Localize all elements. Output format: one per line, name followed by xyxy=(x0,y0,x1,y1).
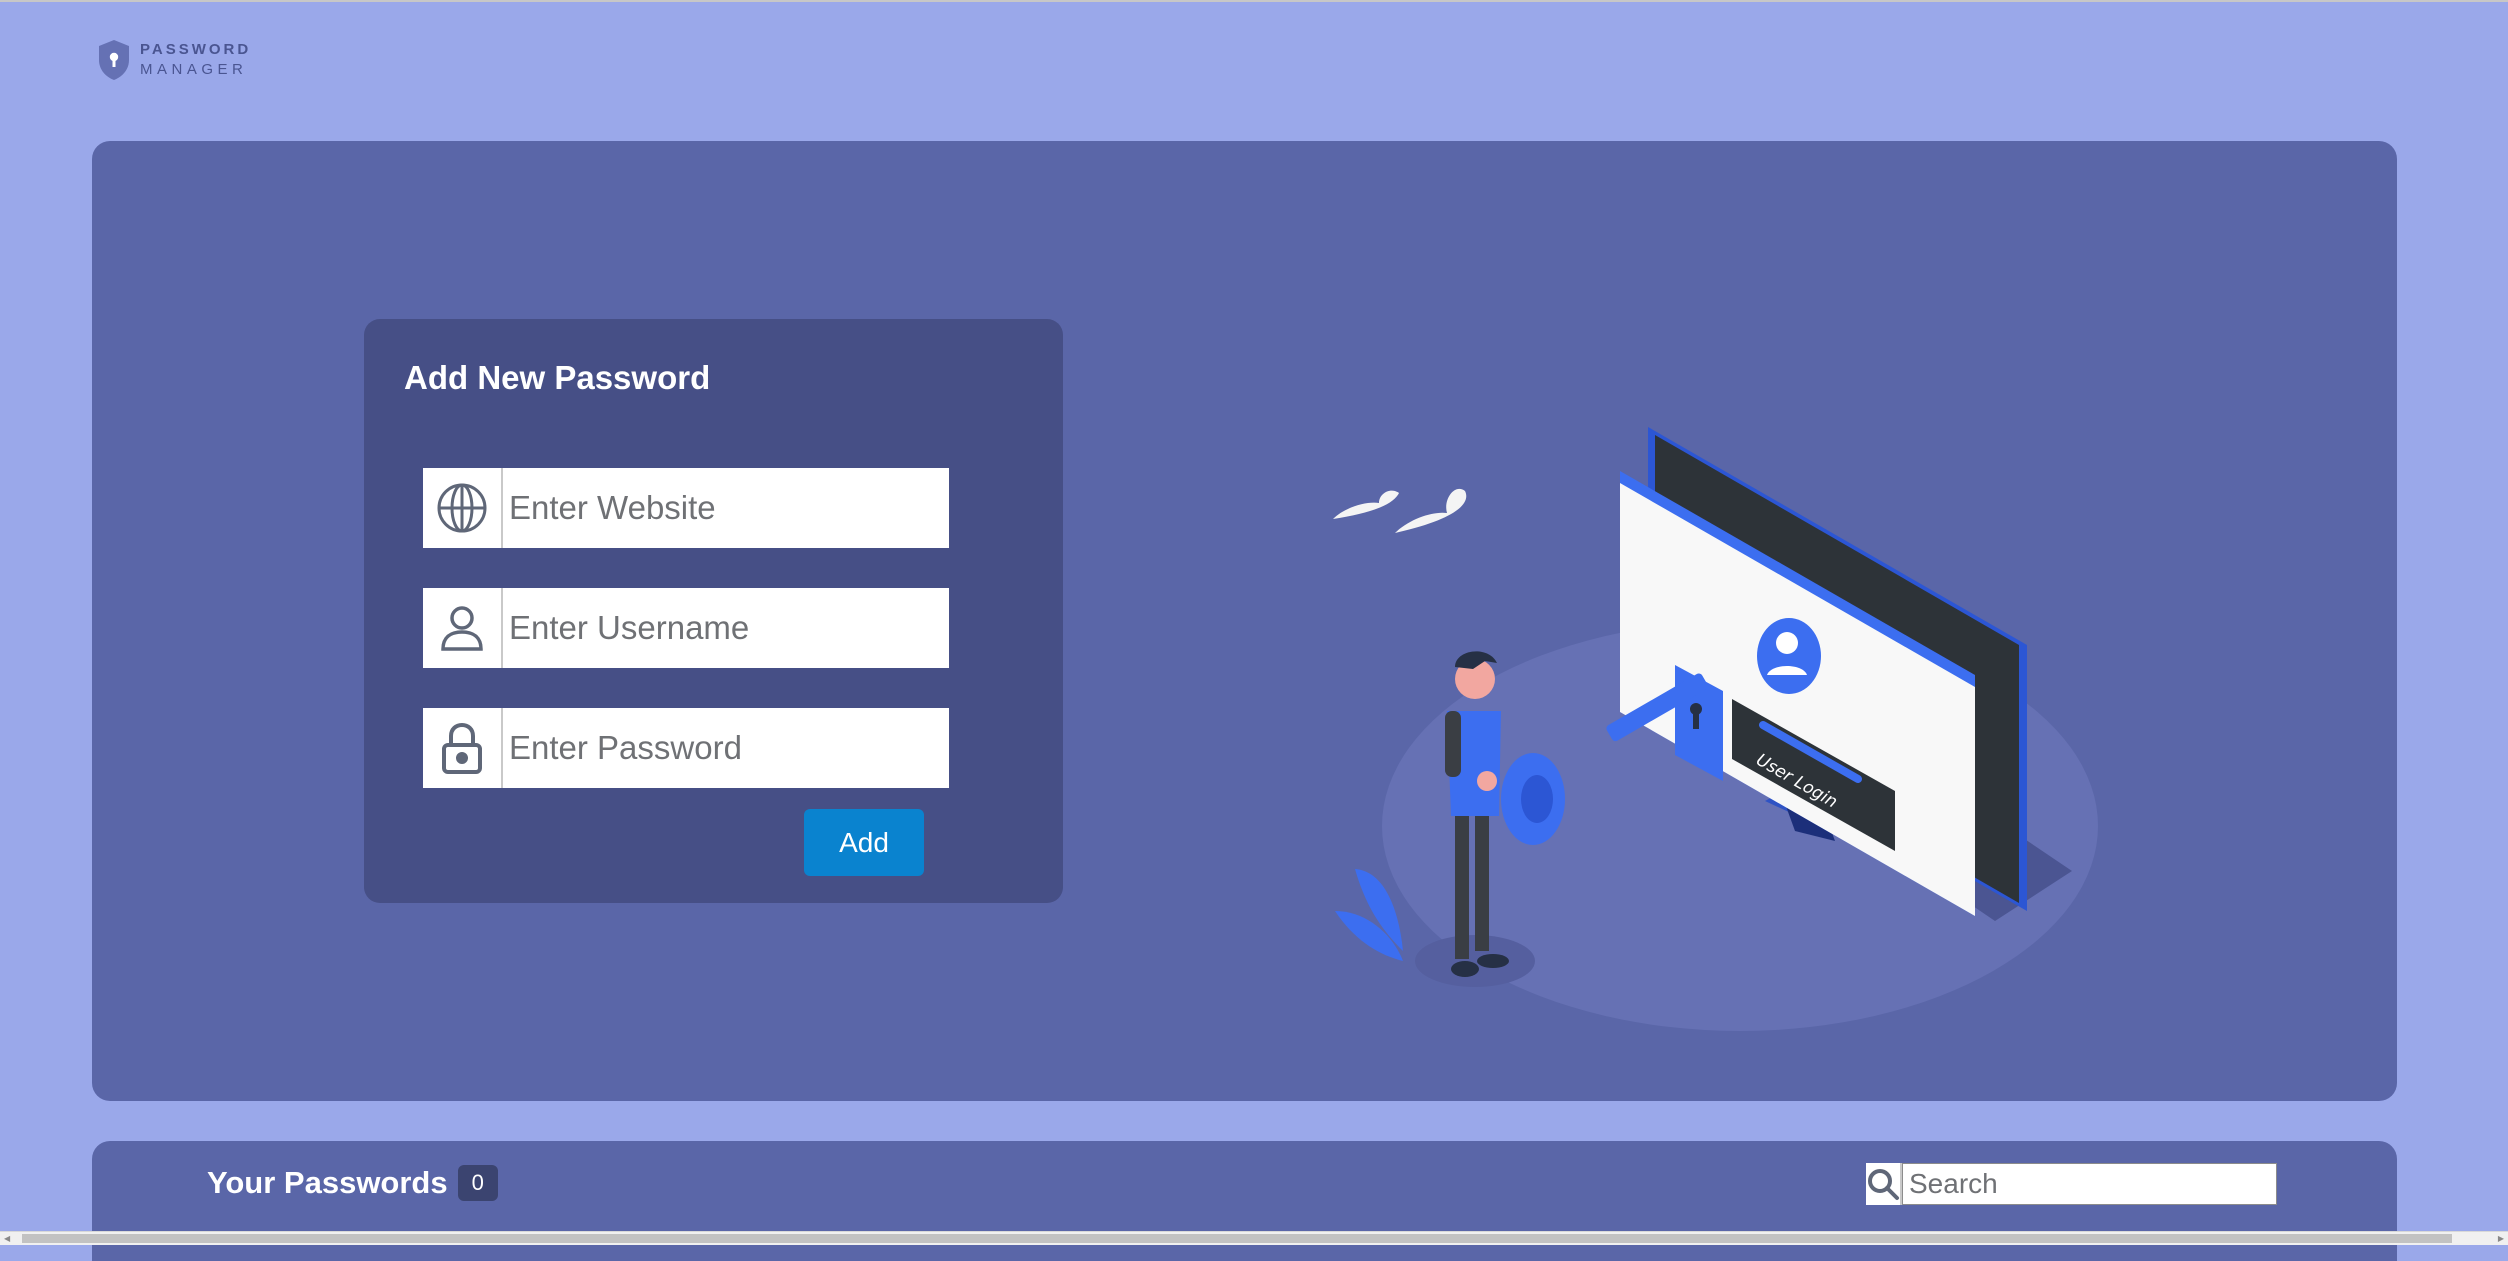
horizontal-scrollbar[interactable]: ◀ ▶ xyxy=(0,1231,2508,1245)
logo-line-2: MANAGER xyxy=(140,61,248,78)
passwords-title: Your Passwords xyxy=(207,1165,448,1200)
username-field xyxy=(423,588,949,668)
search-icon xyxy=(1866,1163,1902,1205)
shield-keyhole-icon xyxy=(99,40,129,80)
hero-panel: Add New Password Enter Website Enter Use… xyxy=(92,141,2397,1101)
logo-text: PASSWORD MANAGER xyxy=(140,40,251,80)
search-box xyxy=(1866,1163,2277,1205)
scroll-left-arrow-icon[interactable]: ◀ xyxy=(4,1234,10,1243)
window-top-border xyxy=(0,0,2508,2)
password-input[interactable] xyxy=(503,708,949,788)
add-password-card: Add New Password Enter Website Enter Use… xyxy=(364,319,1063,903)
passwords-count-badge: 0 xyxy=(457,1165,498,1201)
card-title: Add New Password xyxy=(404,359,711,396)
login-illustration: User Login xyxy=(1333,427,2098,1031)
passwords-heading: Your Passwords 0 xyxy=(207,1165,498,1201)
password-field xyxy=(423,708,949,788)
website-input[interactable] xyxy=(503,468,949,548)
scroll-right-arrow-icon[interactable]: ▶ xyxy=(2498,1234,2504,1243)
lock-icon xyxy=(423,708,503,788)
add-button[interactable]: Add xyxy=(804,809,924,876)
app-logo[interactable]: PASSWORD MANAGER xyxy=(96,38,251,82)
website-field xyxy=(423,468,949,548)
globe-icon xyxy=(423,468,503,548)
username-input[interactable] xyxy=(503,588,949,668)
logo-line-1: PASSWORD xyxy=(140,41,252,58)
scrollbar-thumb[interactable] xyxy=(22,1234,2452,1243)
user-icon xyxy=(423,588,503,668)
search-input[interactable] xyxy=(1902,1163,2277,1205)
